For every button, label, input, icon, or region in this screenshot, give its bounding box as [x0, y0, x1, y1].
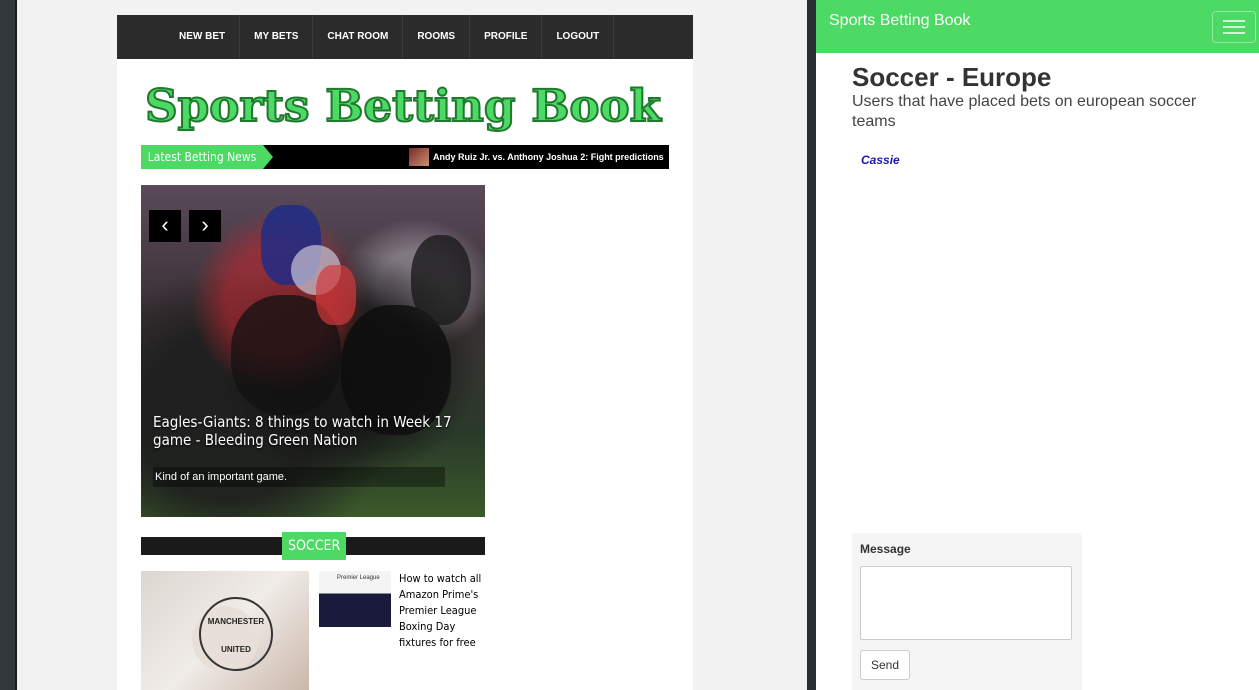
carousel-headline[interactable]: Eagles-Giants: 8 things to watch in Week… [153, 413, 453, 449]
message-input[interactable] [860, 566, 1072, 640]
website: NEW BET MY BETS CHAT ROOM ROOMS PROFILE … [117, 15, 693, 690]
nav-logout[interactable]: LOGOUT [542, 15, 615, 59]
section-label-soccer[interactable]: SOCCER [282, 532, 347, 560]
news-label: Latest Betting News [141, 145, 273, 169]
room-description: Users that have placed bets on european … [852, 93, 1197, 130]
section-header: SOCCER [141, 532, 485, 560]
room-title: Soccer - Europe [852, 62, 1052, 92]
nav-my-bets[interactable]: MY BETS [240, 15, 314, 59]
logo-text: Sports Betting Book [145, 81, 663, 132]
news-thumbnail[interactable] [409, 148, 429, 166]
chat-navbar: Sports Betting Book [816, 0, 1259, 53]
news-ticker-text[interactable]: Andy Ruiz Jr. vs. Anthony Joshua 2: Figh… [433, 145, 669, 169]
logo-graphic: Sports Betting Book [144, 80, 664, 133]
website-pane: NEW BET MY BETS CHAT ROOM ROOMS PROFILE … [17, 0, 807, 690]
menu-toggle-icon[interactable] [1212, 11, 1256, 43]
top-nav: NEW BET MY BETS CHAT ROOM ROOMS PROFILE … [117, 15, 693, 59]
user-list-item[interactable]: Cassie [861, 153, 900, 167]
message-label: Message [860, 542, 911, 556]
news-ticker-bar: Latest Betting News Andy Ruiz Jr. vs. An… [141, 145, 669, 169]
featured-carousel[interactable]: ‹ › Eagles-Giants: 8 things to watch in … [141, 185, 485, 517]
nav-profile[interactable]: PROFILE [470, 15, 543, 59]
carousel-next-button[interactable]: › [189, 210, 221, 242]
pane-divider[interactable] [808, 0, 816, 690]
nav-chat-room[interactable]: CHAT ROOM [313, 15, 404, 59]
chat-pane: Sports Betting Book Soccer - Europe User… [816, 0, 1259, 690]
article-image-man-united[interactable]: MANCHESTER UNITED [141, 571, 309, 690]
carousel-subtitle: Kind of an important game. [153, 467, 445, 487]
navbar-brand[interactable]: Sports Betting Book [829, 12, 970, 30]
message-form: Message Send [852, 533, 1082, 690]
carousel-prev-button[interactable]: ‹ [149, 210, 181, 242]
window-frame [0, 0, 17, 690]
send-button[interactable]: Send [860, 650, 910, 680]
nav-new-bet[interactable]: NEW BET [165, 15, 241, 59]
article-thumbnail-premier-league[interactable]: Premier League [319, 571, 391, 627]
article-link[interactable]: How to watch all Amazon Prime's Premier … [399, 571, 491, 651]
site-logo[interactable]: Sports Betting Book [143, 71, 664, 143]
man-united-crest-icon: MANCHESTER UNITED [199, 597, 273, 671]
nav-rooms[interactable]: ROOMS [403, 15, 471, 59]
